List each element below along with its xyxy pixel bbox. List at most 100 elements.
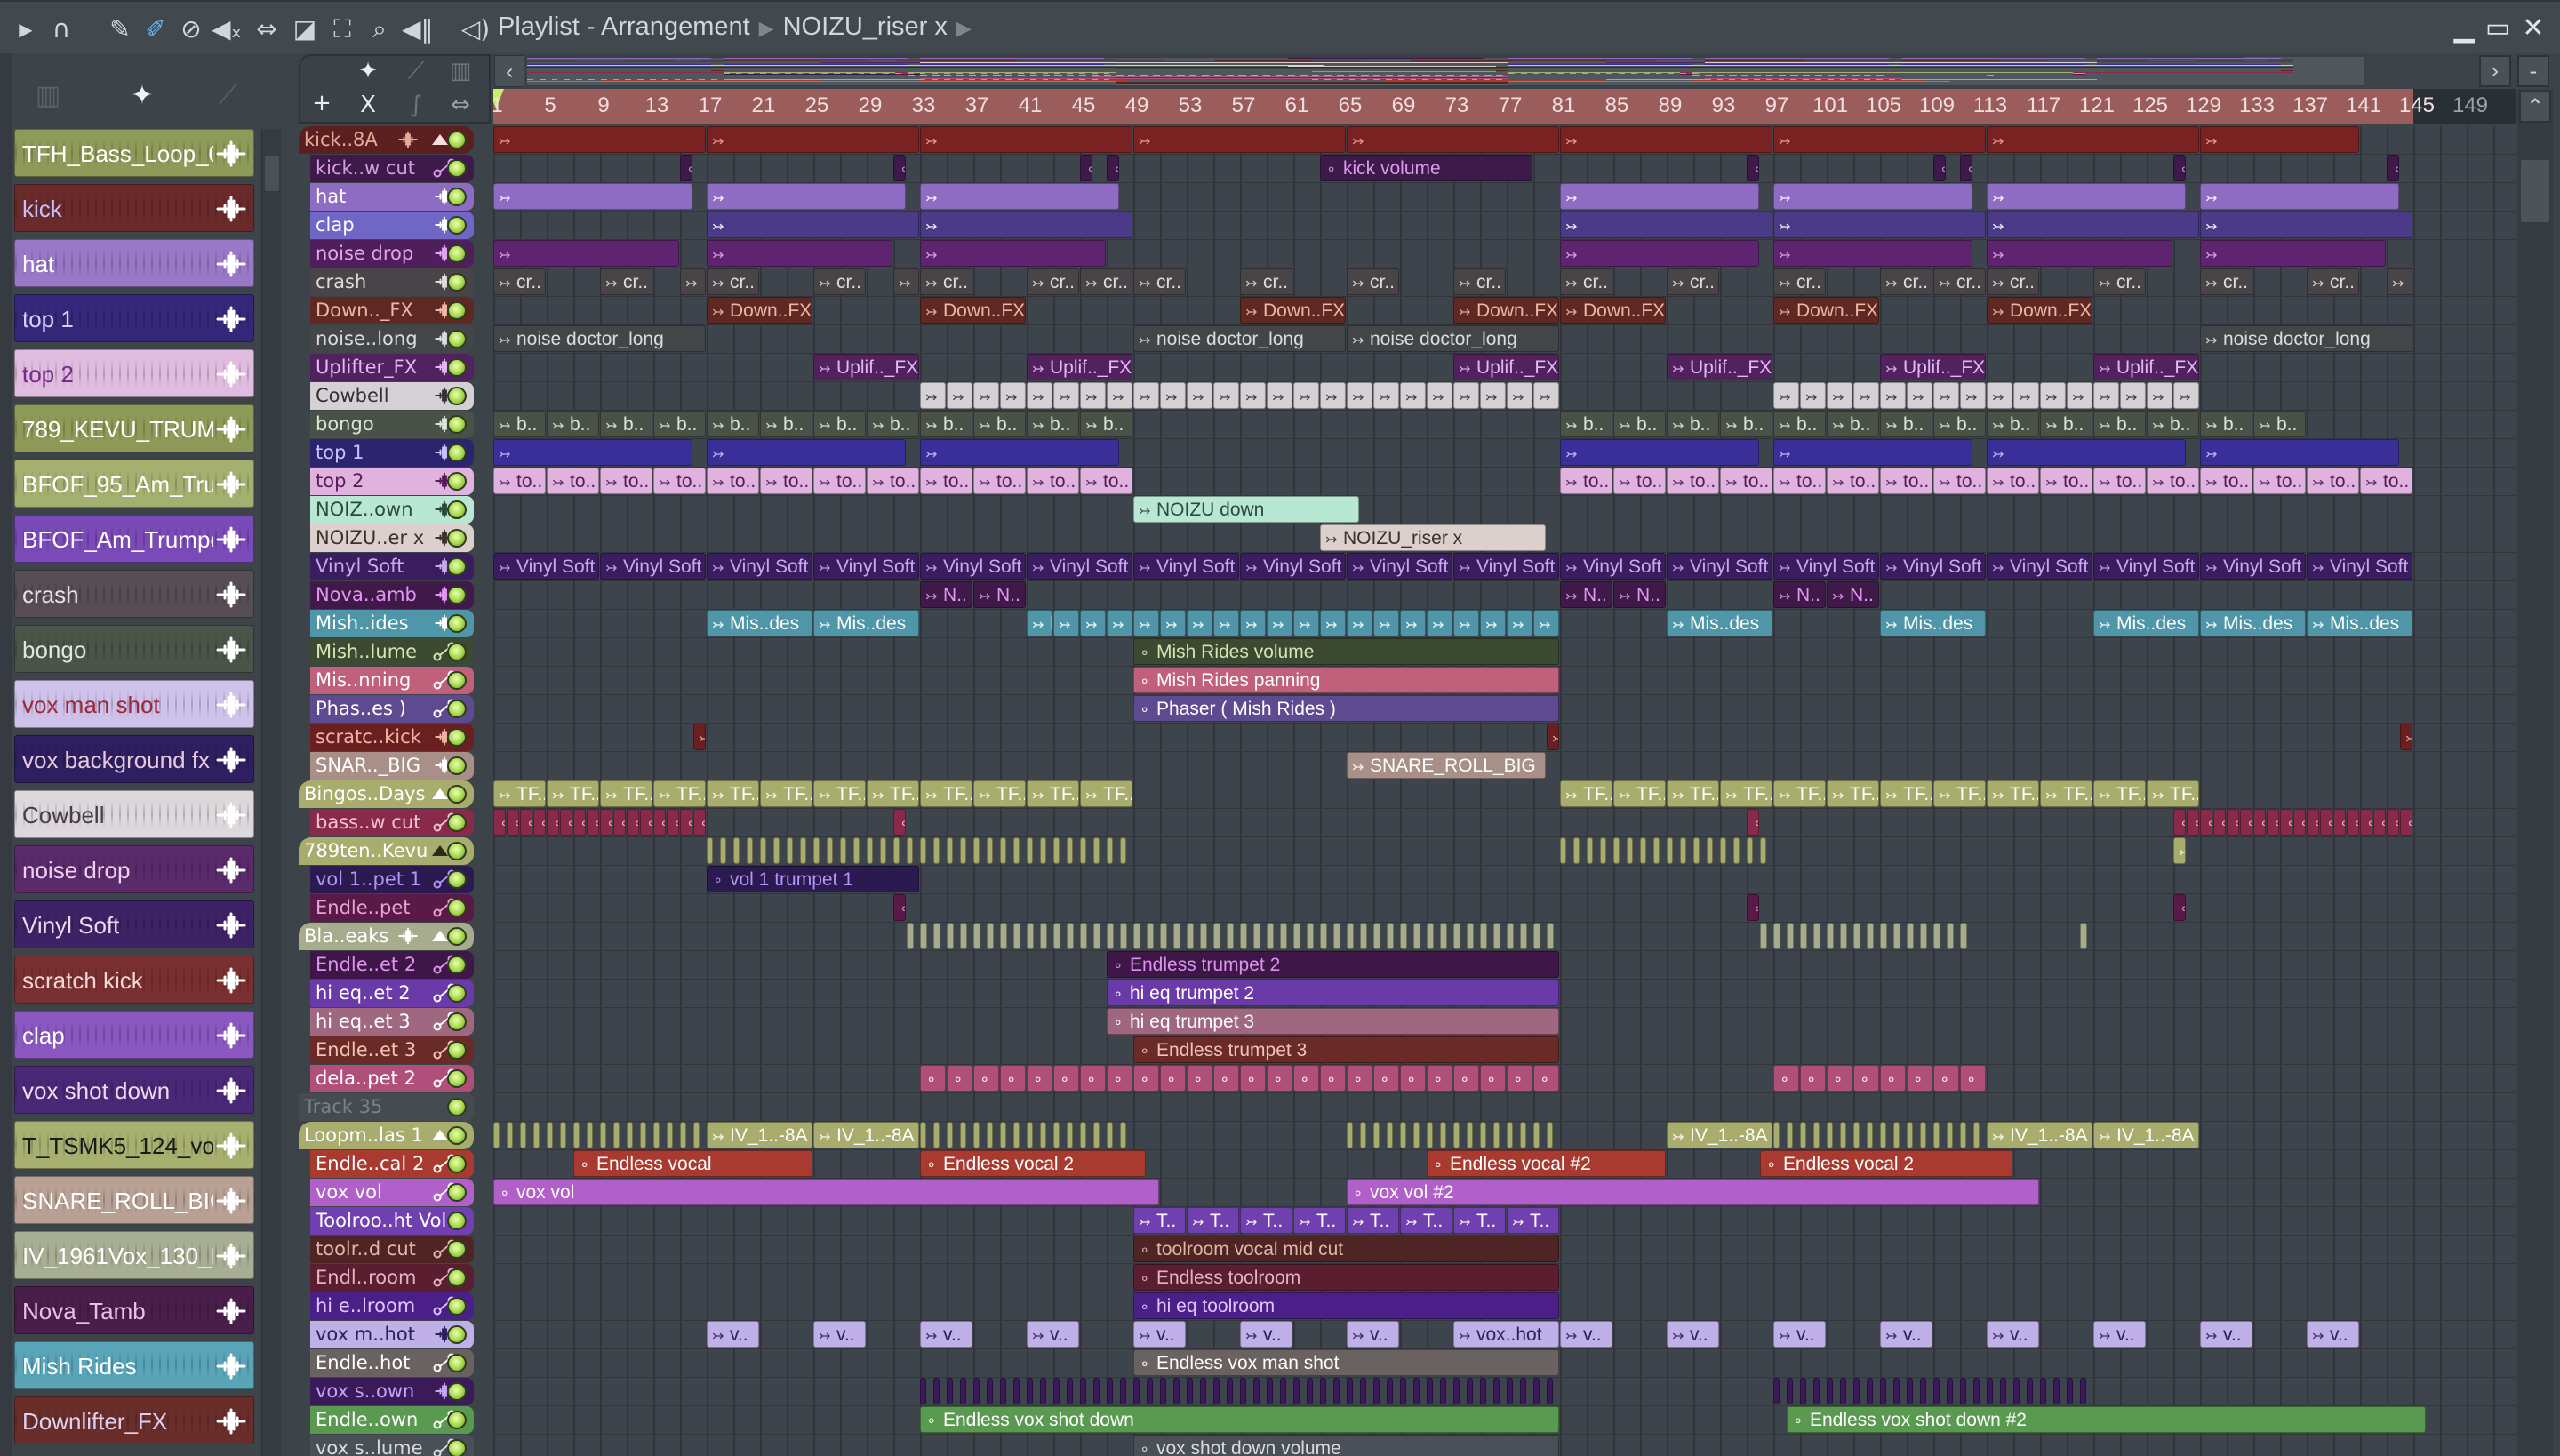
- pattern-clip[interactable]: ↣ b..: [760, 411, 812, 437]
- pattern-clip[interactable]: [1040, 1378, 1046, 1404]
- pattern-clip[interactable]: ↣ TF..: [2147, 780, 2199, 807]
- automation-clip[interactable]: ⚬: [2213, 809, 2226, 836]
- pattern-clip[interactable]: [1080, 1378, 1086, 1404]
- collapse-group-icon[interactable]: [432, 931, 448, 941]
- zoom-icon[interactable]: ⌕: [364, 14, 395, 44]
- pattern-clip[interactable]: ↣..l: [1853, 382, 1879, 409]
- track-enable-led[interactable]: [447, 529, 467, 548]
- track-header[interactable]: Mish..ides: [310, 610, 474, 637]
- track-header[interactable]: Phas..es ): [310, 695, 474, 723]
- track-enable-led[interactable]: [447, 1382, 467, 1401]
- pattern-clip[interactable]: [1080, 1122, 1086, 1148]
- pattern-clip[interactable]: ↣ v..: [1773, 1321, 1826, 1348]
- pattern-clip[interactable]: ↣ v..: [1560, 1321, 1612, 1348]
- pattern-clip[interactable]: ↣ IV_1..-8A: [1667, 1122, 1772, 1148]
- automation-clip[interactable]: ⚬: [1400, 1065, 1426, 1092]
- automation-clip[interactable]: ⚬: [1320, 1065, 1346, 1092]
- pattern-clip[interactable]: [1707, 837, 1713, 864]
- pattern-clip[interactable]: ↣ noise doctor_long: [1347, 325, 1559, 352]
- pattern-clip[interactable]: ↣ TF..: [1027, 780, 1079, 807]
- pattern-clip[interactable]: ↣..l: [2067, 382, 2092, 409]
- pattern-clip[interactable]: [880, 837, 886, 864]
- track-name[interactable]: SNAR.._BIG: [316, 752, 420, 780]
- pattern-clip[interactable]: ↣ Vinyl Soft: [1240, 553, 1346, 580]
- pattern-clip[interactable]: ↣: [1187, 610, 1212, 636]
- automation-clip[interactable]: ⚬ Endless vocal: [573, 1150, 812, 1177]
- pattern-clip[interactable]: ↣ b..: [1880, 411, 1932, 437]
- pattern-clip[interactable]: [1893, 923, 1900, 949]
- pattern-clip[interactable]: [1120, 837, 1126, 864]
- pattern-clip[interactable]: ↣ Uplif.._FX: [1453, 354, 1559, 380]
- pattern-clip[interactable]: [1693, 837, 1700, 864]
- pattern-clip[interactable]: [1480, 1122, 1486, 1148]
- pattern-clip[interactable]: [1493, 1122, 1500, 1148]
- automation-clip[interactable]: ⚬: [587, 809, 599, 836]
- track-header[interactable]: hi e..lroom: [310, 1292, 474, 1320]
- pattern-clip[interactable]: [2067, 1378, 2073, 1404]
- pattern-clip[interactable]: [1253, 1378, 1260, 1404]
- pattern-clip[interactable]: ↣ TF..: [1933, 780, 1986, 807]
- pattern-clip[interactable]: [1120, 1378, 1126, 1404]
- track-name[interactable]: noise..long: [316, 325, 418, 353]
- track-enable-led[interactable]: [447, 1041, 467, 1060]
- pattern-clip[interactable]: ↣ Vinyl Soft: [1027, 553, 1132, 580]
- track-enable-led[interactable]: [447, 842, 467, 860]
- automation-clip[interactable]: ⚬: [1240, 1065, 1266, 1092]
- track-header[interactable]: Endle..cal 2: [310, 1150, 474, 1178]
- pattern-clip[interactable]: [813, 837, 820, 864]
- pattern-clip[interactable]: ↣ SNARE_ROLL_BIG: [1347, 752, 1546, 779]
- picker-item[interactable]: Downlifter_FX: [14, 1396, 254, 1444]
- automation-clip[interactable]: ⚬: [667, 809, 679, 836]
- pattern-clip[interactable]: ↣ Mis..des: [1880, 610, 1986, 636]
- pattern-clip[interactable]: [1440, 1378, 1446, 1404]
- track-enable-led[interactable]: [447, 1069, 467, 1088]
- pattern-clip[interactable]: [1933, 1122, 1940, 1148]
- track-header[interactable]: Nova..amb: [310, 581, 474, 609]
- automation-clip[interactable]: ⚬: [1773, 1065, 1799, 1092]
- pattern-clip[interactable]: [2000, 1378, 2006, 1404]
- pattern-clip[interactable]: [1840, 1122, 1846, 1148]
- picker-item[interactable]: Vinyl Soft: [14, 900, 254, 948]
- picker-item[interactable]: Cowbell: [14, 790, 254, 838]
- pattern-clip[interactable]: ↣ to..: [1560, 468, 1612, 494]
- pattern-clip[interactable]: ↣ b..: [600, 411, 652, 437]
- track-header[interactable]: NOIZ..own: [310, 496, 474, 524]
- pattern-clip[interactable]: [1347, 1378, 1353, 1404]
- pattern-clip[interactable]: ↣ cr..: [1133, 268, 1186, 295]
- picker-scroll-thumb[interactable]: [265, 156, 279, 191]
- pattern-clip[interactable]: [640, 1122, 646, 1148]
- automation-clip[interactable]: ⚬: [1187, 1065, 1212, 1092]
- pattern-clip[interactable]: [1013, 837, 1020, 864]
- pattern-clip[interactable]: [1373, 1122, 1380, 1148]
- pattern-clip[interactable]: ↣..l: [1827, 382, 1852, 409]
- pattern-clip[interactable]: ↣: [1987, 126, 2199, 153]
- automation-clip[interactable]: ⚬: [1533, 1065, 1559, 1092]
- pattern-clip[interactable]: [1973, 1122, 1980, 1148]
- pattern-clip[interactable]: ↣ Down..FX: [707, 297, 812, 324]
- track-header[interactable]: hi eq..et 3: [310, 1008, 474, 1036]
- track-name[interactable]: kick..8A: [304, 126, 378, 154]
- pattern-clip[interactable]: ↣ b..: [813, 411, 866, 437]
- automation-clip[interactable]: ⚬: [2320, 809, 2332, 836]
- pattern-clip[interactable]: [1293, 923, 1300, 949]
- pattern-clip[interactable]: ↣: [2200, 126, 2359, 153]
- pattern-clip[interactable]: [1587, 837, 1593, 864]
- pattern-clip[interactable]: ↣ TF..: [920, 780, 972, 807]
- pattern-clip[interactable]: ↣ cr..: [1987, 268, 2039, 295]
- pattern-clip[interactable]: [920, 837, 926, 864]
- pattern-clip[interactable]: ↣ Uplif.._FX: [813, 354, 919, 380]
- pattern-clip[interactable]: [1853, 923, 1860, 949]
- pattern-clip[interactable]: [1773, 1122, 1780, 1148]
- automation-clip[interactable]: ⚬ toolroom vocal mid cut: [1133, 1236, 1559, 1262]
- track-name[interactable]: kick..w cut: [316, 155, 415, 182]
- pattern-clip[interactable]: ↣ to..: [653, 468, 706, 494]
- automation-clip[interactable]: ⚬: [893, 894, 906, 921]
- pattern-clip[interactable]: ↣ Vinyl Soft: [1880, 553, 1986, 580]
- pattern-clip[interactable]: [1667, 837, 1673, 864]
- track-enable-led[interactable]: [447, 813, 467, 832]
- picker-scrollbar[interactable]: [261, 129, 281, 1456]
- pattern-clip[interactable]: ↣ b..: [1613, 411, 1666, 437]
- pattern-clip[interactable]: [1413, 1378, 1420, 1404]
- pattern-clip[interactable]: ↣: [1533, 610, 1559, 636]
- pattern-clip[interactable]: ↣: [1133, 126, 1346, 153]
